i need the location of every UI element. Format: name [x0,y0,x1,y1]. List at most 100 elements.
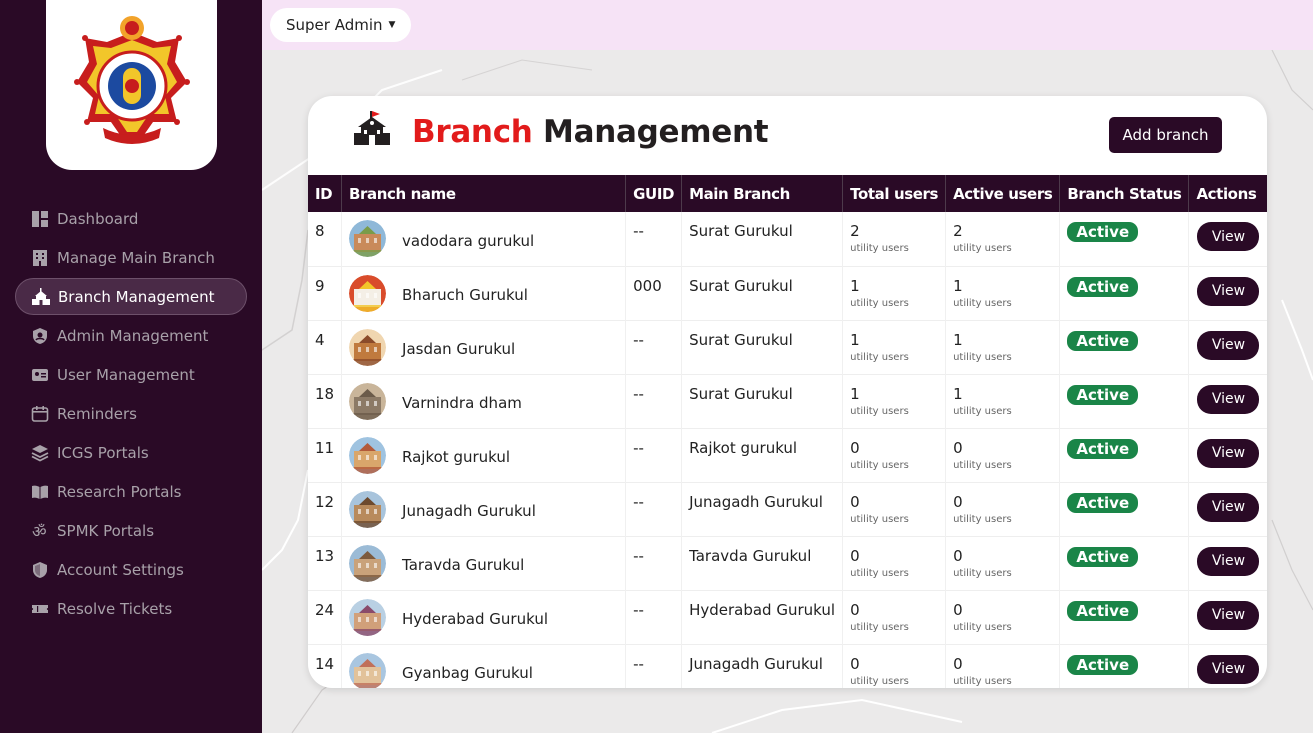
branch-name: Taravda Gurukul [402,556,525,574]
sidebar-nav: Dashboard Manage Main Branch Branch Manage… [15,200,247,629]
view-button[interactable]: View [1197,276,1260,306]
table-row: 9 Bharuch Gurukul 000 Surat Gurukul 1 utility… [308,266,1267,320]
cell-guid: 000 [625,266,683,320]
status-badge: Active [1067,600,1139,621]
total-users-caption: utility users [850,567,909,579]
cell-branch-name: Taravda Gurukul [341,536,627,590]
active-users-caption: utility users [953,243,1012,254]
active-users-caption: utility users [953,351,1012,363]
dashboard-icon [31,210,49,228]
cell-id: 12 [308,482,343,536]
cell-main-branch: Rajkot gurukul [681,428,844,482]
sidebar-item-icgs-portals[interactable]: ICGS Portals [15,434,247,471]
cell-active-users: 1 utility users [945,320,1061,374]
column-header-total-users: Total users [842,175,947,212]
status-badge: Active [1067,222,1139,242]
column-header-id: ID [308,175,343,212]
total-users-caption: utility users [850,621,909,633]
book-open-icon [31,483,49,501]
total-users-caption: utility users [850,405,909,417]
view-button[interactable]: View [1197,654,1260,684]
total-users-count: 1 [850,276,860,295]
sidebar: Dashboard Manage Main Branch Branch Manage… [0,0,262,733]
cell-guid: -- [625,536,683,590]
table-row: 18 Varnindra dham -- Surat Gurukul 1 utility … [308,374,1267,428]
view-button[interactable]: View [1197,330,1260,360]
sidebar-item-research-portals[interactable]: Research Portals [15,473,247,510]
topbar: Super Admin ▼ [262,0,1313,50]
branch-name: Gyanbag Gurukul [402,664,533,682]
cell-guid: -- [625,644,683,688]
cell-actions: View [1189,212,1267,266]
svg-text:ॐ: ॐ [32,522,47,540]
active-users-count: 1 [953,276,963,295]
total-users-caption: utility users [850,513,909,525]
branch-name: vadodara gurukul [402,231,535,250]
sidebar-item-resolve-tickets[interactable]: Resolve Tickets [15,590,247,627]
cell-id: 8 [308,212,343,266]
admin-shield-icon [31,327,49,345]
table-row: 12 Junagadh Gurukul -- Junagadh Gurukul 0 uti… [308,482,1267,536]
cell-total-users: 1 utility users [842,374,947,428]
branch-name: Hyderabad Gurukul [402,610,548,628]
sidebar-item-manage-main-branch[interactable]: Manage Main Branch [15,239,247,276]
cell-main-branch: Surat Gurukul [681,212,844,266]
table-row: 14 Gyanbag Gurukul -- Junagadh Gurukul 0 util… [308,644,1267,688]
sidebar-item-label: SPMK Portals [57,521,155,540]
status-badge: Active [1067,546,1139,567]
cell-total-users: 0 utility users [842,644,947,688]
view-button[interactable]: View [1197,546,1260,576]
add-branch-button[interactable]: Add branch [1109,117,1222,153]
status-badge: Active [1067,492,1139,513]
cell-main-branch: Surat Gurukul [681,320,844,374]
cell-branch-name: vadodara gurukul [341,212,627,266]
view-button[interactable]: View [1197,600,1260,630]
total-users-caption: utility users [850,351,909,363]
status-badge: Active [1067,438,1139,459]
active-users-count: 1 [953,384,963,403]
calendar-icon [31,405,49,423]
total-users-caption: utility users [850,675,909,687]
branch-name: Jasdan Gurukul [402,340,516,358]
cell-main-branch: Junagadh Gurukul [681,644,844,688]
total-users-count: 0 [850,546,860,565]
view-button[interactable]: View [1197,384,1260,414]
sidebar-item-label: Reminders [57,404,137,423]
cell-actions: View [1189,590,1267,644]
active-users-caption: utility users [953,675,1012,687]
sidebar-item-label: Research Portals [57,482,182,501]
id-card-icon [31,366,49,384]
active-users-caption: utility users [953,567,1012,579]
sidebar-item-dashboard[interactable]: Dashboard [15,200,247,237]
cell-total-users: 0 utility users [842,482,947,536]
sidebar-item-branch-management[interactable]: Branch Management [15,278,247,315]
sidebar-item-spmk-portals[interactable]: ॐ SPMK Portals [15,512,247,549]
branch-name: Varnindra dham [402,394,522,412]
cell-actions: View [1189,320,1267,374]
view-button[interactable]: View [1197,222,1260,251]
sidebar-item-admin-management[interactable]: Admin Management [15,317,247,354]
cell-active-users: 2 utility users [945,212,1061,266]
cell-status: Active [1059,536,1190,590]
shield-icon [31,561,49,579]
sidebar-item-label: Resolve Tickets [57,599,173,618]
cell-main-branch: Hyderabad Gurukul [681,590,844,644]
column-header-active-users: Active users [945,175,1061,212]
cell-active-users: 1 utility users [945,266,1061,320]
view-button[interactable]: View [1197,438,1260,468]
view-button[interactable]: View [1197,492,1260,522]
school-icon [352,109,392,153]
user-menu-dropdown[interactable]: Super Admin ▼ [270,8,412,42]
total-users-count: 0 [850,600,860,619]
sidebar-item-label: Branch Management [58,287,215,306]
sidebar-item-user-management[interactable]: User Management [15,356,247,393]
cell-status: Active [1059,482,1190,536]
page-title-accent: Branch [412,114,533,150]
logo-card [46,0,217,170]
cell-main-branch: Surat Gurukul [681,266,844,320]
branch-thumbnail [349,652,402,688]
sidebar-item-reminders[interactable]: Reminders [15,395,247,432]
sidebar-item-account-settings[interactable]: Account Settings [15,551,247,588]
active-users-count: 0 [953,654,963,673]
branch-thumbnail [349,382,402,424]
